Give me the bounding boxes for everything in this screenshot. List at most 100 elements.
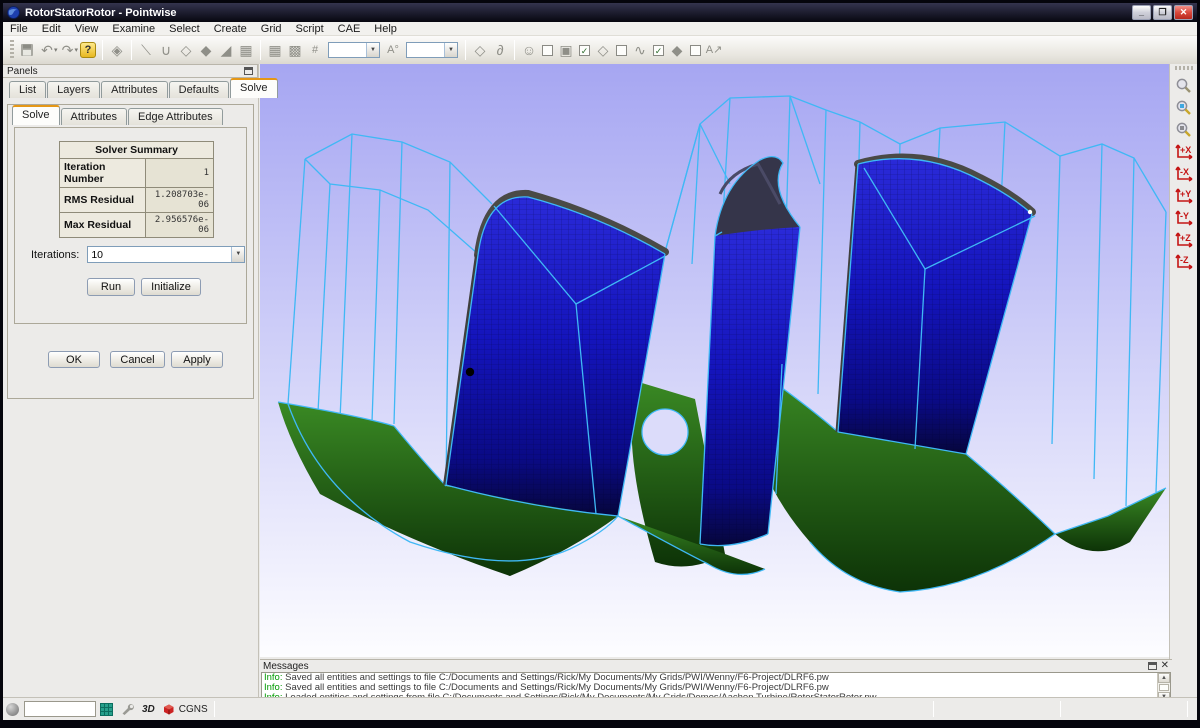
- examine-zoom-icon[interactable]: [1173, 75, 1195, 95]
- spline-icon[interactable]: ∪: [156, 39, 176, 61]
- extrude-icon[interactable]: ◢: [216, 39, 236, 61]
- view-minus-x-button[interactable]: -X: [1173, 163, 1195, 183]
- restore-button[interactable]: ❐: [1153, 5, 1172, 20]
- title-bar[interactable]: RotorStatorRotor - Pointwise _ ❐ ✕: [3, 3, 1197, 22]
- domain-icon[interactable]: ◇: [176, 39, 196, 61]
- view-plus-z-button[interactable]: +Z: [1173, 229, 1195, 249]
- save-icon[interactable]: [17, 39, 37, 61]
- minimize-button[interactable]: _: [1132, 5, 1151, 20]
- close-button[interactable]: ✕: [1174, 5, 1193, 20]
- solve-domain-icon[interactable]: ◇: [470, 39, 490, 61]
- show-connectors-checkbox[interactable]: [616, 45, 627, 56]
- status-separator: [1060, 701, 1061, 717]
- tab-attributes-inner[interactable]: Attributes: [61, 108, 127, 125]
- menu-select[interactable]: Select: [162, 23, 207, 35]
- menu-create[interactable]: Create: [207, 23, 254, 35]
- tab-layers[interactable]: Layers: [47, 81, 100, 98]
- scroll-up-icon[interactable]: ▲: [1158, 673, 1170, 683]
- domain-mesh-icon[interactable]: ◆: [196, 39, 216, 61]
- iterations-input[interactable]: [88, 247, 231, 262]
- run-button[interactable]: Run: [87, 278, 135, 296]
- panels-header[interactable]: Panels: [3, 64, 258, 78]
- rms-residual-value: 1.208703e-06: [146, 188, 214, 213]
- menu-file[interactable]: File: [3, 23, 35, 35]
- zoom-extents-icon[interactable]: [1173, 97, 1195, 117]
- selected-point-marker[interactable]: [466, 368, 474, 376]
- layer-stack-icon[interactable]: ◈: [107, 39, 127, 61]
- spacing-combo-input[interactable]: [407, 43, 444, 57]
- cae-solver-label: CGNS: [179, 704, 208, 715]
- panels-dock: Panels List Layers Attributes Defaults S…: [3, 64, 259, 697]
- scroll-thumb[interactable]: [1159, 684, 1169, 691]
- iterations-combo-arrow-icon[interactable]: ▼: [231, 247, 244, 262]
- spacing-combo[interactable]: ▼: [406, 42, 458, 58]
- iterations-label: Iterations:: [31, 249, 79, 261]
- solver-summary-table: Solver Summary Iteration Number 1 RMS Re…: [59, 141, 214, 238]
- structured-grid-icon[interactable]: ▦: [265, 39, 285, 61]
- flat-domain-icon[interactable]: ◇: [593, 39, 613, 61]
- tab-solve-inner[interactable]: Solve: [12, 105, 60, 125]
- view-toolbar-drag-handle[interactable]: [1175, 66, 1193, 70]
- svg-text:-X: -X: [1180, 167, 1189, 177]
- cube-icon[interactable]: ▣: [556, 39, 576, 61]
- tab-attributes[interactable]: Attributes: [101, 81, 167, 98]
- toolbar-drag-handle[interactable]: [10, 40, 14, 60]
- tab-solve[interactable]: Solve: [230, 78, 278, 98]
- initialize-button[interactable]: Initialize: [141, 278, 201, 296]
- view-minus-y-button[interactable]: -Y: [1173, 207, 1195, 227]
- grid-type-icon: [100, 703, 113, 716]
- menu-help[interactable]: Help: [367, 23, 404, 35]
- menu-script[interactable]: Script: [289, 23, 331, 35]
- connector-icon[interactable]: ⟍: [136, 39, 156, 61]
- table-row: Max Residual 2.956576e-06: [60, 213, 214, 238]
- menu-examine[interactable]: Examine: [105, 23, 162, 35]
- unstructured-grid-icon[interactable]: ▩: [285, 39, 305, 61]
- dimension-combo-input[interactable]: [329, 43, 366, 57]
- view-plus-y-button[interactable]: +Y: [1173, 185, 1195, 205]
- annotation-icon[interactable]: A↗: [704, 39, 724, 61]
- iterations-combo[interactable]: ▼: [87, 246, 245, 263]
- show-blocks-checkbox[interactable]: [542, 45, 553, 56]
- show-spacings-checkbox[interactable]: [690, 45, 701, 56]
- menu-edit[interactable]: Edit: [35, 23, 68, 35]
- mask-icon[interactable]: ☺: [519, 39, 539, 61]
- spacing-icon[interactable]: A°: [383, 39, 403, 61]
- messages-header[interactable]: Messages ✕: [260, 659, 1172, 672]
- show-domains-checkbox[interactable]: ✓: [579, 45, 590, 56]
- status-separator: [933, 701, 934, 717]
- status-command-field[interactable]: [24, 701, 96, 717]
- help-icon[interactable]: ?: [78, 39, 98, 61]
- table-row: Iteration Number 1: [60, 159, 214, 188]
- dimension-combo-arrow-icon[interactable]: ▼: [366, 43, 379, 57]
- main-toolbar: ↶ ▾ ↷ ▾ ? ◈ ⟍ ∪ ◇ ◆ ◢ ▦ ▦ ▩ # ▼ A° ▼ ◇ ∂…: [3, 36, 1197, 64]
- highlight-point-marker: [1028, 210, 1032, 214]
- ok-button[interactable]: OK: [48, 351, 100, 368]
- tab-defaults[interactable]: Defaults: [169, 81, 229, 98]
- svg-text:-Y: -Y: [1180, 211, 1189, 221]
- 3d-viewport[interactable]: [260, 64, 1172, 657]
- dimension-icon[interactable]: #: [305, 39, 325, 61]
- menu-view[interactable]: View: [68, 23, 106, 35]
- messages-close-icon[interactable]: ✕: [1161, 662, 1169, 670]
- dimension-combo[interactable]: ▼: [328, 42, 380, 58]
- spacing-combo-arrow-icon[interactable]: ▼: [444, 43, 457, 57]
- menu-grid[interactable]: Grid: [254, 23, 289, 35]
- curve-icon[interactable]: ∿: [630, 39, 650, 61]
- panels-float-icon[interactable]: [244, 67, 253, 75]
- point-domain-icon[interactable]: ◆: [667, 39, 687, 61]
- solver-summary-title: Solver Summary: [60, 142, 214, 159]
- view-minus-z-button[interactable]: -Z: [1173, 251, 1195, 271]
- show-database-checkbox[interactable]: ✓: [653, 45, 664, 56]
- partial-derivative-icon[interactable]: ∂: [490, 39, 510, 61]
- zoom-selection-icon[interactable]: [1173, 119, 1195, 139]
- tab-edge-attributes[interactable]: Edge Attributes: [128, 108, 223, 125]
- messages-float-icon[interactable]: [1148, 662, 1157, 670]
- messages-title: Messages: [263, 661, 309, 672]
- block-icon[interactable]: ▦: [236, 39, 256, 61]
- apply-button[interactable]: Apply: [171, 351, 223, 368]
- cae-solver-icon: [162, 703, 175, 715]
- tab-list[interactable]: List: [9, 81, 46, 98]
- cancel-button[interactable]: Cancel: [110, 351, 165, 368]
- menu-cae[interactable]: CAE: [331, 23, 368, 35]
- view-plus-x-button[interactable]: +X: [1173, 141, 1195, 161]
